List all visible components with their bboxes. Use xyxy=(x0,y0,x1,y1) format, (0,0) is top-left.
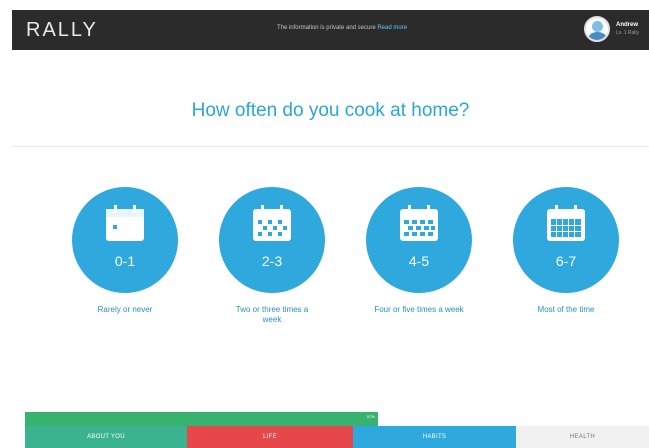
user-name: Andrew xyxy=(616,22,639,28)
option-label: Most of the time xyxy=(537,305,595,314)
option-range: 0-1 xyxy=(114,253,136,269)
calendar-icon xyxy=(253,205,291,241)
option-label: Four or five times a week xyxy=(374,305,464,314)
tab-health[interactable]: HEALTH xyxy=(516,426,649,448)
calendar-icon xyxy=(400,205,438,241)
logo-text: RALLY xyxy=(26,19,98,41)
tab-habits[interactable]: HABITS xyxy=(353,426,516,448)
option-circle[interactable]: 6-7 xyxy=(513,187,619,293)
user-menu[interactable]: Andrew Lv. 1 Rally xyxy=(584,16,639,42)
secure-message-text: The information is private and secure xyxy=(276,25,376,31)
user-subtitle: Lv. 1 Rally xyxy=(616,30,639,36)
option-circle[interactable]: 2-3 xyxy=(219,187,325,293)
tab-about-you[interactable]: ABOUT YOU xyxy=(25,426,187,448)
option-range: 4-5 xyxy=(408,253,430,269)
option-6-7[interactable]: 6-7 Most of the time xyxy=(501,187,631,315)
calendar-icon xyxy=(547,205,585,241)
calendar-icon xyxy=(106,205,144,241)
option-2-3[interactable]: 2-3 Two or three times a week xyxy=(207,187,337,325)
avatar[interactable] xyxy=(584,16,611,42)
option-4-5[interactable]: 4-5 Four or five times a week xyxy=(354,187,484,315)
question-section: How often do you cook at home? xyxy=(12,50,649,147)
option-0-1[interactable]: 0-1 Rarely or never xyxy=(60,187,190,315)
option-range: 2-3 xyxy=(261,253,283,269)
option-range: 6-7 xyxy=(555,253,577,269)
secure-message-link[interactable]: Read more xyxy=(377,25,407,31)
secure-message: The information is private and secure Re… xyxy=(212,25,472,31)
option-circle[interactable]: 0-1 xyxy=(72,187,178,293)
question-title: How often do you cook at home? xyxy=(191,100,470,121)
progress-bar: 57% xyxy=(25,412,378,426)
user-info: Andrew Lv. 1 Rally xyxy=(616,21,639,37)
option-label: Rarely or never xyxy=(97,305,153,314)
progress-marker: 57% xyxy=(366,414,375,419)
tab-life[interactable]: LIFE xyxy=(187,426,353,448)
section-tabs: ABOUT YOU LIFE HABITS HEALTH xyxy=(25,426,649,448)
option-circle[interactable]: 4-5 xyxy=(366,187,472,293)
option-label: Two or three times a week xyxy=(235,305,309,324)
top-bar: RALLY The information is private and sec… xyxy=(12,10,649,50)
rally-logo[interactable]: RALLY xyxy=(26,19,98,42)
